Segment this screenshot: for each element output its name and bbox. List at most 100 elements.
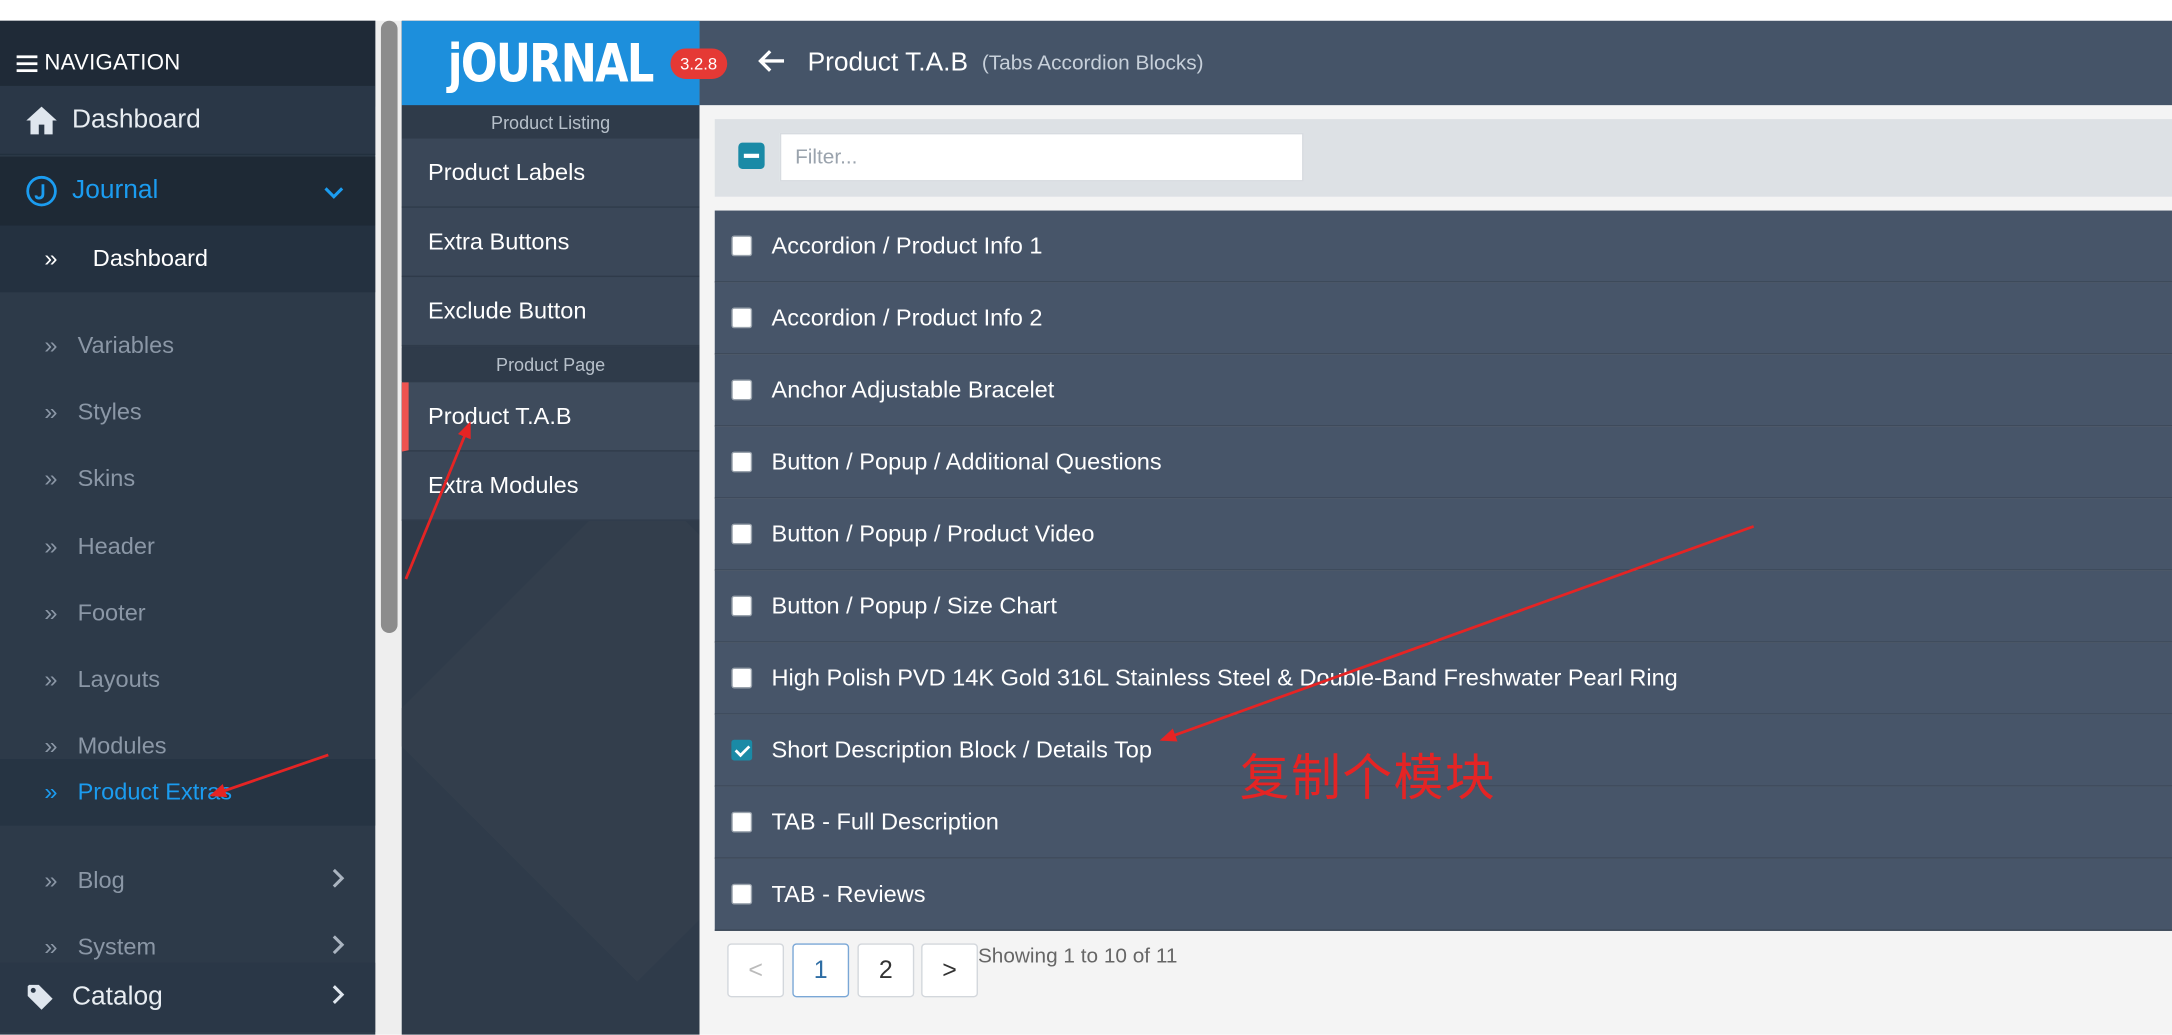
journal-panel: jOURNAL Product Listing Product Labels E… — [401, 20, 700, 1035]
collapse-all-button[interactable] — [738, 142, 765, 169]
row-label[interactable]: TAB - Reviews — [772, 880, 926, 908]
list-item[interactable]: Anchor Adjustable Bracelet — [714, 354, 2172, 427]
nav-subitem-dashboard[interactable]: » Dashboard — [0, 225, 376, 293]
double-chevron-right-icon: » — [44, 933, 57, 960]
section-product-listing: Product Listing — [401, 105, 700, 139]
list-item[interactable]: Button / Popup / Product Video — [714, 498, 2172, 571]
nav-subitem-label: Footer — [77, 599, 146, 627]
pagination-page-2[interactable]: 2 — [857, 943, 915, 998]
background-pattern — [401, 472, 700, 982]
double-chevron-right-icon: » — [44, 778, 57, 805]
home-icon — [25, 103, 58, 136]
back-arrow-icon[interactable] — [758, 45, 786, 81]
list-item[interactable]: Accordion / Product Info 2 — [714, 282, 2172, 355]
nav-item-label: Journal — [72, 175, 159, 206]
chevron-right-icon — [331, 983, 345, 1012]
row-checkbox[interactable] — [731, 523, 753, 545]
nav-subitem-layouts[interactable]: » Layouts — [0, 647, 375, 713]
menu-item-product-labels[interactable]: Product Labels — [401, 138, 700, 208]
pagination-summary: Showing 1 to 10 of 11 — [977, 944, 1178, 969]
row-label[interactable]: TAB - Full Description — [772, 808, 999, 836]
nav-item-journal[interactable]: Journal — [0, 156, 376, 226]
row-checkbox[interactable] — [731, 811, 753, 833]
double-chevron-right-icon: » — [44, 533, 57, 560]
nav-subitem-label: System — [77, 933, 157, 960]
nav-subitem-variables[interactable]: » Variables — [0, 313, 375, 379]
row-checkbox[interactable] — [731, 307, 753, 329]
menu-item-extra-buttons[interactable]: Extra Buttons — [401, 207, 700, 278]
nav-item-dashboard[interactable]: Dashboard — [0, 85, 376, 156]
page-title: Product T.A.B — [807, 47, 969, 77]
list-item[interactable]: Button / Popup / Additional Questions — [714, 426, 2172, 499]
menu-item-extra-modules[interactable]: Extra Modules — [401, 451, 700, 521]
list-item[interactable]: TAB - Reviews — [714, 858, 2172, 931]
double-chevron-right-icon: » — [44, 398, 57, 426]
screen: NAVIGATION Dashboard Journal » Dashboard… — [0, 0, 2172, 1035]
nav-subitem-label: Blog — [77, 867, 125, 894]
row-label[interactable]: Accordion / Product Info 2 — [772, 304, 1043, 332]
nav-subitem-label: Modules — [77, 732, 167, 760]
nav-subitem-blog[interactable]: » Blog — [0, 848, 375, 914]
row-label[interactable]: Accordion / Product Info 1 — [772, 232, 1043, 260]
navigation-title: NAVIGATION — [44, 51, 181, 75]
nav-subitem-header[interactable]: » Header — [0, 514, 375, 580]
nav-subitem-label: Styles — [77, 398, 142, 426]
annotation-label: 复制个模块 — [1239, 750, 1497, 808]
double-chevron-right-icon: » — [44, 465, 57, 492]
chevron-right-icon — [331, 933, 345, 962]
row-label[interactable]: Anchor Adjustable Bracelet — [772, 376, 1055, 404]
row-label[interactable]: High Polish PVD 14K Gold 316L Stainless … — [772, 664, 1678, 692]
nav-subitem-label: Dashboard — [92, 245, 209, 272]
scrollbar-thumb[interactable] — [380, 20, 398, 634]
menu-item-exclude-button[interactable]: Exclude Button — [401, 277, 700, 347]
nav-item-label: Catalog — [72, 982, 163, 1012]
nav-subitem-footer[interactable]: » Footer — [0, 580, 375, 646]
module-list: Accordion / Product Info 1 Accordion / P… — [714, 210, 2172, 931]
nav-subitem-skins[interactable]: » Skins — [0, 446, 375, 512]
row-label[interactable]: Short Description Block / Details Top — [772, 736, 1152, 764]
chevron-right-icon — [331, 866, 345, 895]
row-label[interactable]: Button / Popup / Product Video — [772, 520, 1095, 548]
journal-logo[interactable]: jOURNAL — [401, 20, 700, 106]
nav-subitem-label: Layouts — [77, 666, 161, 693]
row-label[interactable]: Button / Popup / Additional Questions — [772, 448, 1162, 476]
double-chevron-right-icon: » — [44, 867, 57, 894]
row-checkbox[interactable] — [731, 595, 753, 617]
double-chevron-right-icon: » — [44, 666, 57, 693]
journal-icon — [25, 175, 58, 208]
chevron-down-icon — [323, 177, 345, 206]
row-checkbox[interactable] — [731, 667, 753, 689]
hamburger-icon[interactable] — [16, 51, 38, 76]
pagination-page-1[interactable]: 1 — [792, 943, 850, 998]
nav-subitem-styles[interactable]: » Styles — [0, 380, 375, 446]
version-badge: 3.2.8 — [670, 48, 727, 79]
page-subtitle: (Tabs Accordion Blocks) — [981, 51, 1204, 75]
row-checkbox[interactable] — [731, 235, 753, 257]
double-chevron-right-icon: » — [44, 332, 57, 359]
row-checkbox[interactable] — [731, 883, 753, 905]
row-checkbox[interactable] — [731, 739, 753, 761]
nav-subitem-product-extras[interactable]: » Product Extras — [0, 759, 376, 826]
filter-input[interactable] — [779, 132, 1304, 182]
nav-subitem-label: Skins — [77, 465, 136, 492]
nav-subitem-label: Header — [77, 533, 155, 560]
list-item[interactable]: High Polish PVD 14K Gold 316L Stainless … — [714, 642, 2172, 715]
row-checkbox[interactable] — [731, 379, 753, 401]
nav-item-catalog[interactable]: Catalog — [0, 962, 376, 1032]
pagination-next-button[interactable]: > — [921, 943, 978, 998]
double-chevron-right-icon: » — [44, 245, 57, 272]
list-item[interactable]: Button / Popup / Size Chart — [714, 570, 2172, 643]
row-label[interactable]: Button / Popup / Size Chart — [772, 592, 1057, 620]
double-chevron-right-icon: » — [44, 732, 57, 760]
double-chevron-right-icon: » — [44, 599, 57, 627]
nav-subitem-label: Variables — [77, 332, 175, 359]
section-product-page: Product Page — [401, 347, 700, 381]
nav-subitem-label: Product Extras — [77, 778, 233, 805]
row-checkbox[interactable] — [731, 451, 753, 473]
tag-icon — [25, 981, 58, 1014]
pagination-prev-button[interactable]: < — [727, 943, 785, 998]
list-item[interactable]: Accordion / Product Info 1 — [714, 210, 2172, 283]
nav-item-label: Dashboard — [72, 104, 201, 134]
page-header: Product T.A.B (Tabs Accordion Blocks) — [699, 20, 2172, 106]
menu-item-product-tab[interactable]: Product T.A.B — [401, 382, 700, 452]
